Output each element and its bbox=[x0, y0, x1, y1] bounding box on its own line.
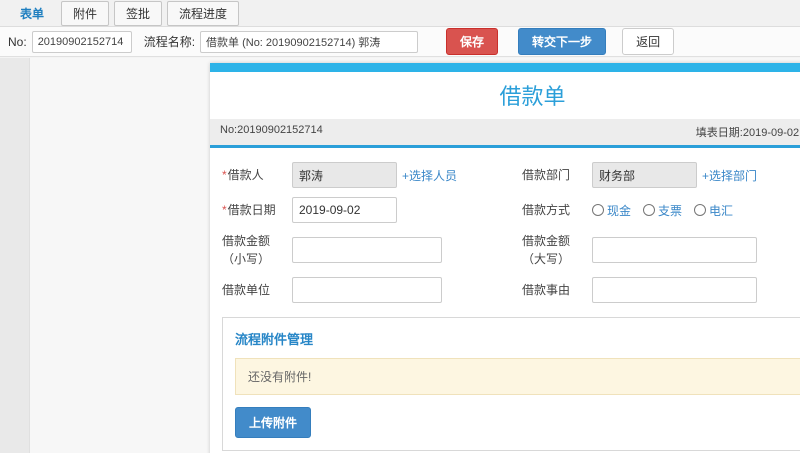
cheque-radio[interactable] bbox=[643, 204, 656, 216]
required-asterisk: * bbox=[222, 168, 227, 182]
app-window: 表单 附件 签批 流程进度 No: 流程名称: 保存 转交下一步 返回 借款单 … bbox=[0, 0, 800, 453]
attachment-section: 流程附件管理 还没有附件! 上传附件 bbox=[222, 317, 800, 451]
save-button[interactable]: 保存 bbox=[446, 28, 499, 55]
method-option-cash[interactable]: 现金 bbox=[592, 202, 631, 219]
method-label: 借款方式 bbox=[522, 203, 571, 217]
borrower-label: *借款人 bbox=[222, 166, 292, 184]
method-option-cheque[interactable]: 支票 bbox=[643, 202, 682, 219]
toolbar: No: 流程名称: 保存 转交下一步 返回 bbox=[0, 27, 800, 57]
amount-lower-label: 借款金额（小写） bbox=[222, 234, 271, 266]
reason-input[interactable] bbox=[592, 277, 757, 303]
select-person-link[interactable]: +选择人员 bbox=[402, 167, 457, 184]
borrower-input[interactable] bbox=[292, 162, 397, 188]
back-button[interactable]: 返回 bbox=[622, 28, 675, 55]
method-options: 现金 支票 电汇 bbox=[592, 202, 800, 219]
amount-lower-input[interactable] bbox=[292, 237, 442, 263]
tab-progress[interactable]: 流程进度 bbox=[167, 0, 240, 26]
amount-upper-label: 借款金额（大写） bbox=[522, 234, 571, 266]
flow-name-input[interactable] bbox=[200, 30, 419, 53]
page-title: 借款单 bbox=[499, 84, 566, 109]
reason-label: 借款事由 bbox=[522, 283, 571, 297]
tab-bar: 表单 附件 签批 流程进度 bbox=[0, 0, 800, 27]
dept-label: 借款部门 bbox=[522, 168, 571, 182]
wire-radio[interactable] bbox=[694, 204, 707, 216]
left-gutter bbox=[0, 58, 30, 453]
select-dept-link[interactable]: +选择部门 bbox=[702, 167, 757, 184]
forward-next-step-button[interactable]: 转交下一步 bbox=[518, 28, 607, 55]
wire-label: 电汇 bbox=[709, 203, 734, 218]
borrower-field: +选择人员 bbox=[292, 162, 522, 188]
cash-radio[interactable] bbox=[592, 204, 604, 216]
unit-field bbox=[292, 277, 522, 303]
cheque-label: 支票 bbox=[658, 203, 683, 218]
flow-name-label: 流程名称: bbox=[143, 35, 196, 49]
loan-form-fields: *借款人 +选择人员 借款部门 +选择部门 *借款日期 借款 bbox=[210, 148, 800, 315]
no-label: No: bbox=[8, 34, 27, 49]
form-meta-bar: No:20190902152714 填表日期:2019-09-02 15:27:… bbox=[210, 119, 800, 145]
loan-date-label-text: 借款日期 bbox=[227, 203, 276, 217]
amount-upper-field bbox=[592, 237, 800, 263]
no-attachment-notice: 还没有附件! bbox=[235, 358, 800, 395]
form-number: No:20190902152714 bbox=[220, 124, 323, 136]
cash-label: 现金 bbox=[607, 203, 632, 218]
tab-attachment[interactable]: 附件 bbox=[61, 0, 110, 26]
method-option-wire[interactable]: 电汇 bbox=[694, 202, 733, 219]
borrower-label-text: 借款人 bbox=[227, 168, 264, 182]
reason-field bbox=[592, 277, 800, 303]
amount-lower-field bbox=[292, 237, 522, 263]
tab-approval[interactable]: 签批 bbox=[114, 0, 163, 26]
loan-date-input[interactable] bbox=[292, 197, 397, 223]
unit-input[interactable] bbox=[292, 277, 442, 303]
loan-date-field bbox=[292, 197, 522, 223]
form-fill-date: 填表日期:2019-09-02 15:27:14 bbox=[695, 127, 800, 139]
loan-form-card: 借款单 No:20190902152714 填表日期:2019-09-02 15… bbox=[210, 63, 800, 453]
no-input[interactable] bbox=[31, 30, 132, 53]
required-asterisk: * bbox=[222, 203, 227, 217]
attachment-section-title: 流程附件管理 bbox=[235, 332, 314, 347]
loan-date-label: *借款日期 bbox=[222, 201, 292, 219]
unit-label: 借款单位 bbox=[222, 283, 271, 297]
dept-input[interactable] bbox=[592, 162, 697, 188]
tab-form[interactable]: 表单 bbox=[8, 1, 56, 26]
amount-upper-input[interactable] bbox=[592, 237, 757, 263]
upload-attachment-button[interactable]: 上传附件 bbox=[235, 407, 312, 438]
content-area: 借款单 No:20190902152714 填表日期:2019-09-02 15… bbox=[0, 58, 800, 453]
card-top-accent-bar bbox=[210, 63, 800, 72]
dept-field: +选择部门 bbox=[592, 162, 800, 188]
